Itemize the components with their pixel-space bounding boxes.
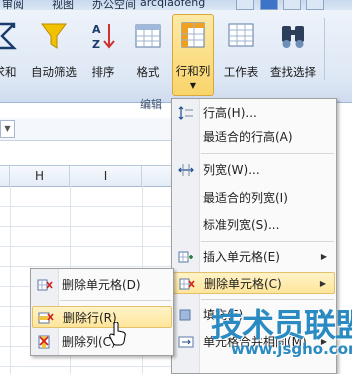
svg-text:Z: Z bbox=[92, 38, 100, 51]
sum-button[interactable]: 求和 bbox=[0, 16, 22, 86]
restore-icon[interactable] bbox=[283, 0, 301, 10]
column-headers: H I bbox=[0, 165, 172, 187]
menu-item-label: 最适合的行高(A) bbox=[203, 130, 293, 144]
menu-item-delete-cells[interactable]: 删除单元格(C) ▶ bbox=[173, 272, 335, 294]
rows-columns-icon bbox=[181, 22, 205, 48]
menu-item-label: 删除单元格(C) bbox=[204, 277, 282, 291]
menu-item-label: 列宽(W)... bbox=[203, 163, 260, 177]
format-button[interactable]: 格式 bbox=[128, 16, 168, 86]
help-icon[interactable] bbox=[260, 0, 278, 10]
format-label: 格式 bbox=[136, 65, 160, 79]
sum-label: 求和 bbox=[0, 65, 17, 79]
watermark: 技术员联盟 www.jsgho.com bbox=[205, 300, 352, 372]
delete-row-icon bbox=[38, 312, 54, 324]
auto-filter-label: 自动筛选 bbox=[31, 65, 77, 79]
ribbon: 求和 自动筛选 A Z 排序 格式 行和列 ▼ bbox=[0, 10, 352, 111]
delete-cells-submenu: 删除单元格(D) 删除行(R) 删除列(C) bbox=[30, 268, 174, 356]
row-height-icon bbox=[178, 106, 193, 120]
menu-item-autofit-row-height[interactable]: 最适合的行高(A) bbox=[173, 126, 335, 148]
find-select-button[interactable]: 查找选择 bbox=[266, 16, 320, 86]
rows-columns-button[interactable]: 行和列 ▼ bbox=[172, 14, 214, 96]
sort-icon: A Z bbox=[92, 23, 115, 51]
rows-columns-label: 行和列 bbox=[175, 64, 211, 78]
column-width-icon bbox=[178, 164, 194, 176]
delete-cells-icon bbox=[179, 278, 195, 290]
menu-item-label: 标准列宽(S)... bbox=[203, 218, 280, 232]
svg-text:A: A bbox=[92, 23, 101, 36]
column-header-prev[interactable] bbox=[0, 166, 10, 186]
delete-column-icon bbox=[38, 335, 50, 349]
menu-item-delete-row[interactable]: 删除行(R) bbox=[32, 306, 172, 328]
menu-item-column-width[interactable]: 列宽(W)... bbox=[173, 159, 335, 181]
menu-item-label: 最适合的列宽(I) bbox=[203, 191, 288, 205]
formula-bar bbox=[0, 118, 172, 141]
delete-cell-icon bbox=[37, 279, 53, 291]
submenu-arrow-icon: ▶ bbox=[320, 252, 327, 261]
menu-item-label: 插入单元格(E) bbox=[203, 250, 280, 264]
find-select-label: 查找选择 bbox=[270, 65, 316, 79]
menu-item-delete-column[interactable]: 删除列(C) bbox=[32, 331, 172, 353]
name-box-dropdown[interactable]: ▼ bbox=[0, 120, 15, 138]
ribbon-divider bbox=[324, 18, 325, 80]
menu-item-label: 行高(H)... bbox=[203, 106, 257, 120]
menu-item-insert-cells[interactable]: 插入单元格(E) ▶ bbox=[173, 246, 335, 268]
worksheet-label: 工作表 bbox=[223, 65, 259, 79]
sort-button[interactable]: A Z 排序 bbox=[86, 16, 120, 86]
column-header-i[interactable]: I bbox=[70, 166, 142, 186]
find-select-icon bbox=[282, 26, 304, 48]
filter-icon bbox=[41, 23, 67, 49]
sum-icon bbox=[0, 22, 17, 50]
fill-icon bbox=[179, 309, 191, 321]
menu-item-label: 删除列(C) bbox=[62, 335, 116, 349]
sort-label: 排序 bbox=[91, 65, 115, 79]
minimize-icon[interactable] bbox=[236, 0, 254, 10]
menu-item-label: 删除单元格(D) bbox=[62, 278, 141, 292]
format-icon bbox=[135, 24, 161, 48]
chevron-down-icon: ▼ bbox=[189, 81, 197, 90]
hand-cursor-icon bbox=[109, 322, 126, 346]
group-label-edit: 编辑 bbox=[140, 98, 162, 111]
watermark-url: www.jsgho.com bbox=[231, 340, 352, 358]
close-icon[interactable] bbox=[306, 0, 324, 10]
tab-extra[interactable]: arcqiaofeng bbox=[140, 0, 205, 9]
submenu-arrow-icon: ▶ bbox=[319, 279, 326, 288]
menu-item-row-height[interactable]: 行高(H)... bbox=[173, 102, 335, 124]
insert-cells-icon bbox=[178, 251, 193, 263]
column-header-next[interactable] bbox=[142, 166, 172, 186]
column-header-h[interactable]: H bbox=[10, 166, 70, 186]
worksheet-button[interactable]: 工作表 bbox=[220, 16, 262, 86]
menu-item-autofit-column-width[interactable]: 最适合的列宽(I) bbox=[173, 187, 335, 209]
menu-item-standard-width[interactable]: 标准列宽(S)... bbox=[173, 214, 335, 236]
merge-icon bbox=[178, 336, 194, 348]
menu-item-delete-cell[interactable]: 删除单元格(D) bbox=[32, 274, 172, 296]
auto-filter-button[interactable]: 自动筛选 bbox=[28, 16, 80, 86]
worksheet-icon bbox=[228, 23, 254, 47]
